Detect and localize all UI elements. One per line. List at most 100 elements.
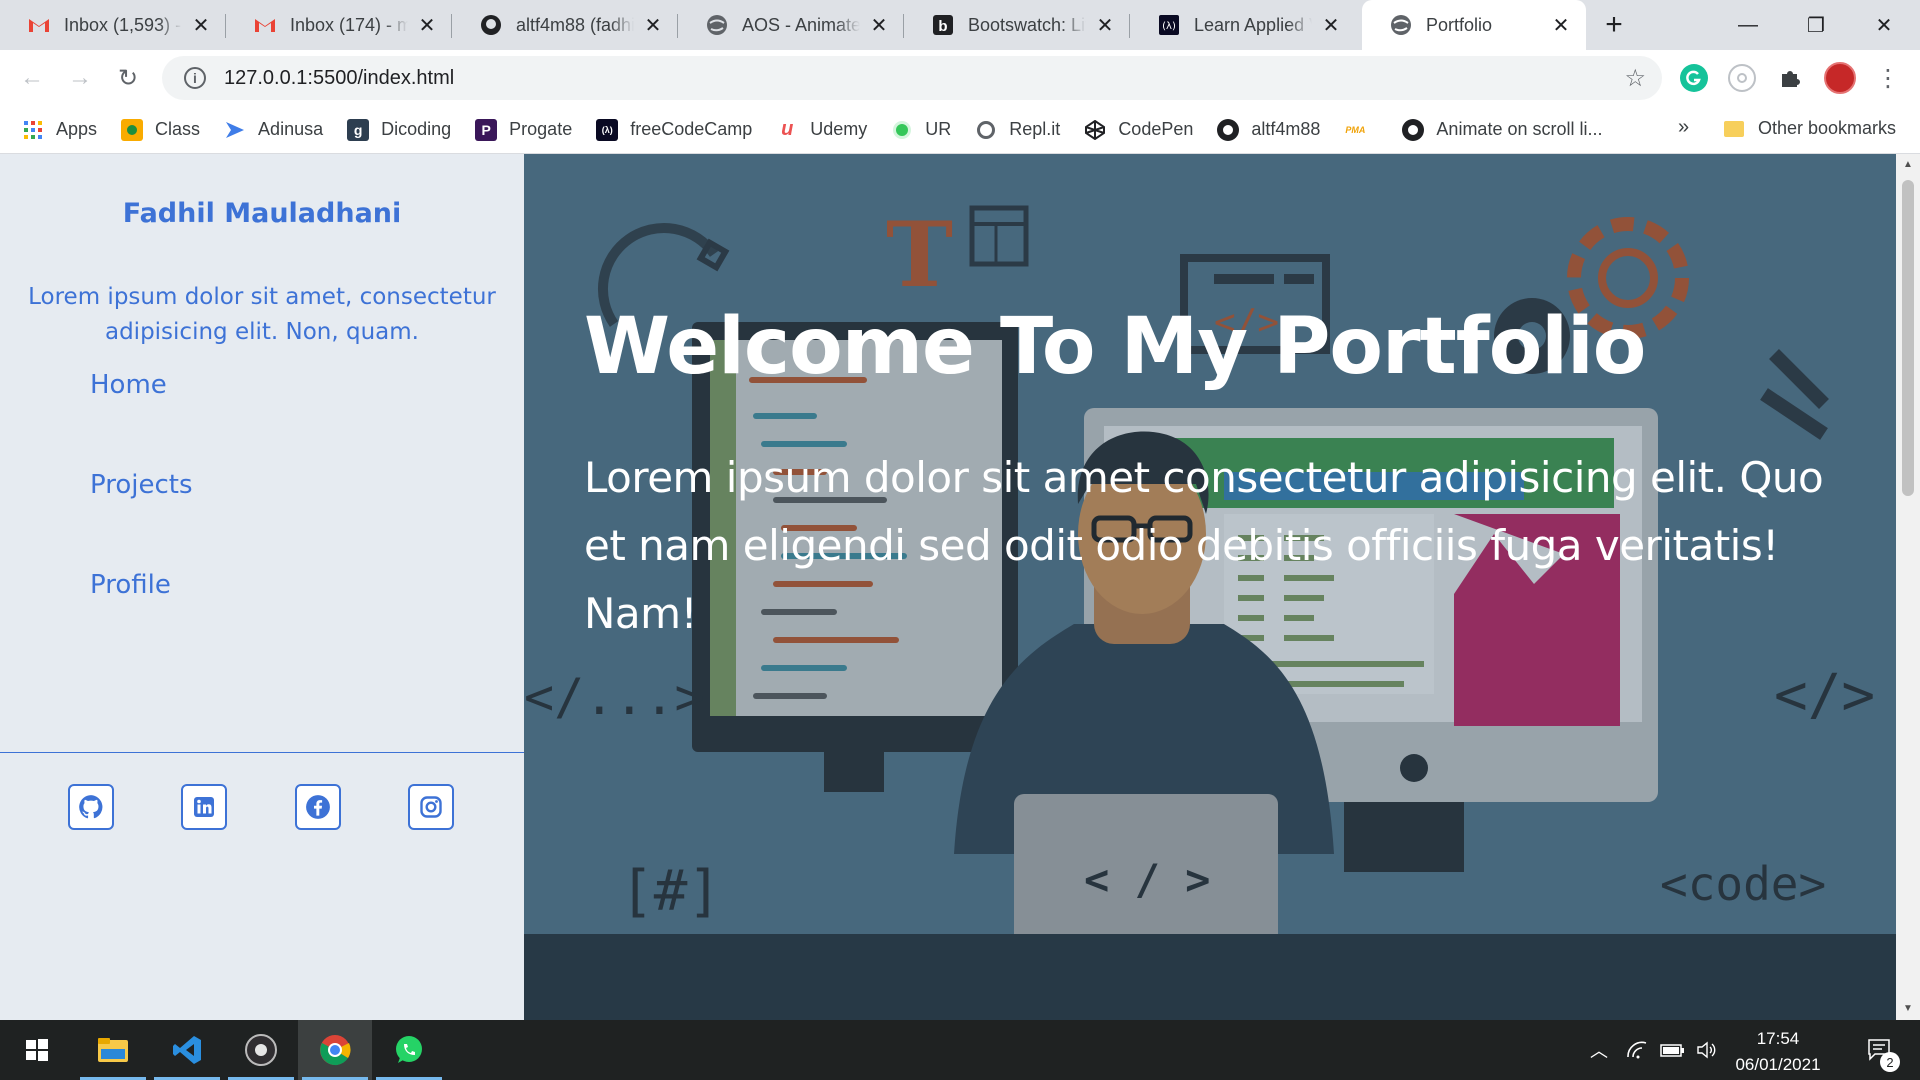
tab-github[interactable]: altf4m88 (fadhil ✕ [452, 0, 678, 50]
scroll-up-arrow[interactable]: ▲ [1902, 160, 1914, 170]
address-url[interactable]: 127.0.0.1:5500/index.html [224, 67, 454, 90]
bookmark-adinusa[interactable]: Adinusa [224, 119, 323, 141]
apps-grid-icon [22, 119, 44, 141]
bookmark-altf4m88[interactable]: altf4m88 [1217, 118, 1320, 141]
bookmark-apps[interactable]: Apps [22, 119, 97, 141]
github-icon [79, 795, 103, 819]
network-icon[interactable] [1620, 1020, 1654, 1080]
bookmark-label: Apps [56, 119, 98, 139]
chrome-icon [320, 1035, 351, 1066]
close-icon[interactable]: ✕ [1320, 14, 1342, 37]
replit-icon [975, 119, 997, 141]
facebook-icon [306, 795, 330, 819]
extension-circle-icon[interactable] [1728, 64, 1756, 92]
bookmark-star-icon[interactable]: ☆ [1624, 64, 1646, 93]
tab-portfolio[interactable]: Portfolio ✕ [1362, 0, 1586, 50]
close-window-button[interactable]: ✕ [1850, 0, 1918, 50]
bookmark-dicoding[interactable]: g Dicoding [347, 118, 452, 141]
whatsapp-icon [396, 1036, 422, 1063]
github-icon [1402, 118, 1425, 141]
taskbar-file-explorer[interactable] [76, 1020, 150, 1080]
nav-home[interactable]: Home [90, 370, 167, 400]
battery-icon[interactable] [1656, 1020, 1690, 1080]
bookmark-label: Adinusa [258, 119, 324, 139]
back-button[interactable]: ← [16, 62, 48, 94]
tab-aos[interactable]: AOS - Animate c ✕ [678, 0, 904, 50]
globe-icon [1390, 14, 1412, 36]
close-icon[interactable]: ✕ [868, 14, 890, 37]
nav-projects[interactable]: Projects [90, 470, 193, 500]
bookmark-label: Dicoding [381, 119, 452, 139]
gmail-icon [28, 14, 50, 36]
pma-icon: PMA [1345, 124, 1366, 135]
folder-icon [1724, 120, 1744, 137]
reload-button[interactable]: ↻ [112, 62, 144, 94]
taskbar-chrome[interactable] [298, 1020, 372, 1080]
clock-time: 17:54 [1756, 1029, 1800, 1048]
nav-profile[interactable]: Profile [90, 570, 171, 600]
vscode-icon [173, 1036, 201, 1064]
close-icon[interactable]: ✕ [642, 14, 664, 37]
github-link[interactable] [68, 784, 114, 830]
bookmark-udemy[interactable]: u Udemy [776, 118, 867, 141]
forward-button[interactable]: → [64, 62, 96, 94]
scroll-down-arrow[interactable]: ▼ [1902, 1004, 1914, 1014]
linkedin-icon [194, 797, 214, 817]
bookmark-codepen[interactable]: CodePen [1084, 119, 1193, 141]
more-bookmarks-button[interactable]: » [1678, 116, 1689, 139]
extensions-puzzle-icon[interactable] [1776, 64, 1804, 92]
sidebar-tagline: Lorem ipsum dolor sit amet, consectetur … [28, 284, 496, 345]
instagram-link[interactable] [408, 784, 454, 830]
bookmark-animate-on-scroll[interactable]: Animate on scroll li... [1402, 118, 1603, 141]
tab-bootswatch[interactable]: b Bootswatch: Lite ✕ [904, 0, 1130, 50]
close-icon[interactable]: ✕ [190, 14, 212, 37]
tab-gmail-1[interactable]: Inbox (1,593) - f ✕ [0, 0, 226, 50]
bookmark-class[interactable]: Class [121, 118, 200, 141]
taskbar-vscode[interactable] [150, 1020, 224, 1080]
hero-title: Welcome To My Portfolio [584, 302, 1646, 392]
close-icon[interactable]: ✕ [1550, 14, 1572, 37]
bookmark-freecodecamp[interactable]: (λ) freeCodeCamp [596, 118, 752, 141]
svg-text:b: b [938, 18, 947, 35]
scrollbar-thumb[interactable] [1902, 180, 1914, 496]
bookmark-pma[interactable]: PMA [1344, 119, 1378, 141]
taskbar-whatsapp[interactable] [372, 1020, 446, 1080]
codepen-icon [1084, 119, 1106, 141]
start-button[interactable] [0, 1020, 74, 1080]
page-scrollbar[interactable]: ▲ ▼ [1896, 154, 1920, 1020]
grammarly-icon[interactable] [1680, 64, 1708, 92]
hero-section: T </> </...> </> [#] <code> < / > Welcom… [524, 154, 1896, 1020]
system-clock[interactable]: 17:54 06/01/2021 [1718, 1026, 1838, 1078]
bookmark-label: Animate on scroll li... [1436, 119, 1603, 139]
facebook-link[interactable] [295, 784, 341, 830]
notification-center-icon[interactable]: 2 [1852, 1020, 1908, 1080]
other-bookmarks-folder[interactable]: Other bookmarks [1724, 118, 1896, 139]
tab-freecodecamp[interactable]: (λ) Learn Applied V ✕ [1130, 0, 1356, 50]
tray-chevron-up-icon[interactable]: ︿ [1584, 1020, 1614, 1080]
tab-gmail-2[interactable]: Inbox (174) - m. ✕ [226, 0, 452, 50]
site-info-icon[interactable]: i [184, 67, 206, 89]
bookmark-ur[interactable]: UR [891, 119, 951, 141]
close-icon[interactable]: ✕ [416, 14, 438, 37]
bookmark-label: Repl.it [1009, 119, 1061, 139]
restore-button[interactable]: ❐ [1782, 0, 1850, 50]
profile-avatar[interactable] [1824, 62, 1856, 94]
site-owner-name[interactable]: Fadhil Mauladhani [0, 198, 524, 229]
new-tab-button[interactable]: + [1598, 8, 1630, 41]
menu-kebab-icon[interactable]: ⋮ [1872, 62, 1904, 94]
tab-title: Inbox (1,593) - f [64, 14, 182, 35]
svg-text:(λ): (λ) [1162, 21, 1176, 32]
minimize-button[interactable]: — [1714, 0, 1782, 50]
obs-icon [245, 1034, 277, 1066]
dicoding-icon: g [347, 118, 370, 141]
tab-title: Inbox (174) - m. [290, 14, 408, 35]
ur-icon [891, 119, 913, 141]
taskbar-obs[interactable] [224, 1020, 298, 1080]
windows-start-icon [26, 1039, 48, 1061]
close-icon[interactable]: ✕ [1094, 14, 1116, 37]
bookmark-replit[interactable]: Repl.it [975, 119, 1060, 141]
bookmark-progate[interactable]: P Progate [475, 118, 572, 141]
address-bar[interactable]: i 127.0.0.1:5500/index.html ☆ [162, 56, 1662, 100]
linkedin-link[interactable] [181, 784, 227, 830]
globe-icon [706, 14, 728, 36]
